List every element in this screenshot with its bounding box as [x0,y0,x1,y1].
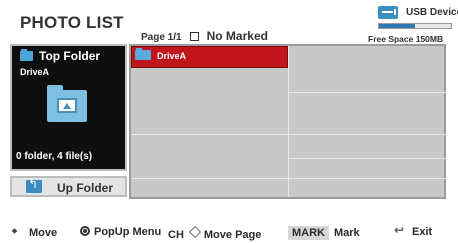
up-folder-icon [26,177,42,193]
usb-device-status: USB Device Free Space 150MB [368,4,458,44]
page-title: PHOTO LIST [20,13,124,32]
mark-label: Mark [334,227,360,239]
move-page-label: Move Page [203,229,262,241]
hint-move: Move [12,223,58,239]
grid-cell-drivea[interactable]: DriveA [131,46,288,68]
mark-key-icon: MARK [288,226,329,240]
usb-icon [378,6,398,19]
footer-hints: Move PopUp Menu CH Move Page MARK Mark Exi… [0,222,458,242]
hint-move-page: CH Move Page [168,226,261,242]
mark-checkbox-icon [189,32,199,41]
arrow-keys-icon [12,223,26,239]
up-folder-button[interactable]: Up Folder [10,176,127,197]
grid-cell[interactable] [289,135,446,158]
storage-usage-bar [378,23,452,29]
channel-updown-icon [188,226,200,242]
popup-menu-label: PopUp Menu [94,226,162,238]
grid-cell[interactable] [289,93,446,134]
file-count: 0 folder, 4 file(s) [16,151,93,162]
hint-mark: MARK Mark [288,226,360,240]
grid-cell[interactable] [131,179,288,197]
page-number: Page 1/1 [141,32,182,43]
current-drive-name: DriveA [20,67,50,77]
photo-icon [57,98,77,113]
marked-status: No Marked [206,29,268,43]
page-info: Page 1/1 No Marked [141,29,268,43]
cell-label: DriveA [157,51,187,61]
photo-grid: DriveA [129,44,446,199]
top-folder-icon [20,49,33,61]
folder-icon [135,48,151,60]
ok-button-icon [80,226,90,236]
grid-cell[interactable] [289,159,446,197]
exit-label: Exit [412,226,433,238]
hint-popup-menu: PopUp Menu [80,226,161,238]
usb-device-label: USB Device [406,7,458,18]
move-label: Move [29,227,58,239]
folder-info-panel: Top Folder DriveA 0 folder, 4 file(s) [10,44,127,171]
top-folder-label[interactable]: Top Folder [39,49,100,63]
free-space-label: Free Space 150MB [368,34,444,44]
ch-label: CH [168,229,184,241]
hint-exit: Exit [394,223,433,238]
folder-preview-icon [47,85,87,122]
grid-cell[interactable] [131,68,288,134]
exit-icon [394,223,408,237]
storage-usage-fill [379,24,415,28]
up-folder-label: Up Folder [57,181,113,195]
grid-cell[interactable] [289,46,446,92]
grid-cell[interactable] [131,135,288,178]
